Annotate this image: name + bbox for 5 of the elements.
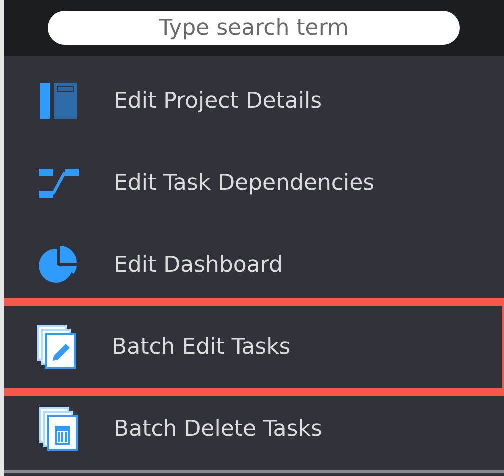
pencil-pages-icon (37, 325, 77, 369)
trash-pages-icon (39, 407, 79, 451)
pie-chart-icon (39, 245, 79, 285)
search-field[interactable]: Type search term (48, 11, 460, 45)
layout-icon (40, 82, 78, 120)
